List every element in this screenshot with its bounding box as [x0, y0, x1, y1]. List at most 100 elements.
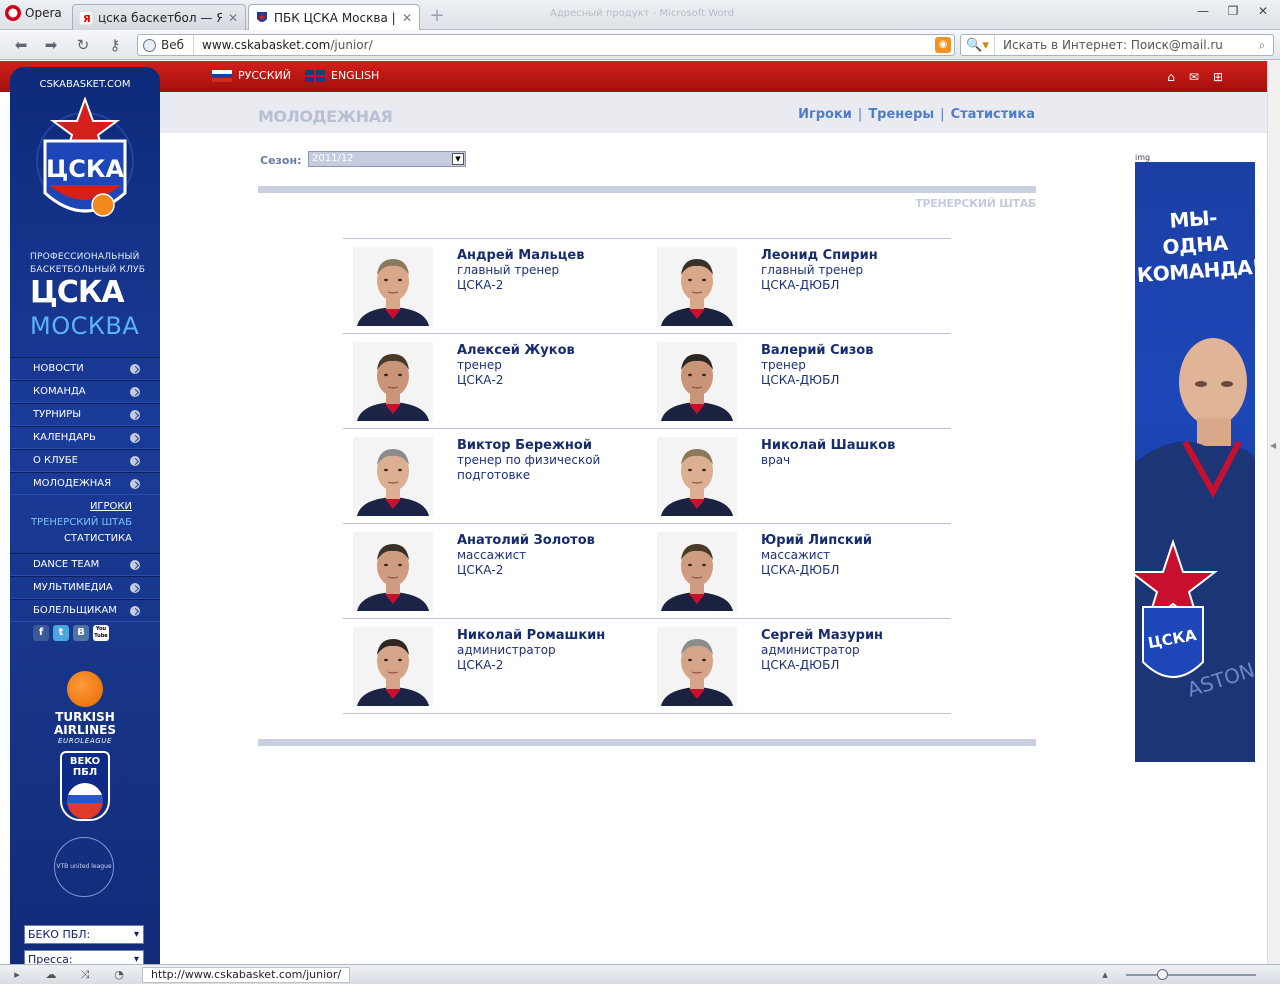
staff-member[interactable]: Анатолий Золотов массажист ЦСКА-2: [343, 524, 647, 618]
browser-tab-cska[interactable]: ПБК ЦСКА Москва | Мо... ✕: [248, 4, 420, 30]
forward-arrow-icon[interactable]: ➡: [40, 35, 62, 55]
staff-team: ЦСКА-ДЮБЛ: [761, 658, 840, 672]
staff-member[interactable]: Сергей Мазурин администратор ЦСКА-ДЮБЛ: [647, 619, 951, 713]
browser-tab-yandex[interactable]: Я цска баскетбол — Янд... ✕: [72, 4, 246, 30]
menu-item-dance-team[interactable]: DANCE TEAM: [10, 553, 160, 576]
tab-close-icon[interactable]: ✕: [401, 11, 413, 25]
vtb-league-logo[interactable]: VTB united league: [54, 837, 114, 897]
press-select[interactable]: Пресса:: [24, 950, 144, 964]
staff-member[interactable]: Алексей Жуков тренер ЦСКА-2: [343, 334, 647, 428]
staff-photo[interactable]: [353, 532, 433, 611]
panel-toggle-icon[interactable]: ▸: [10, 968, 24, 981]
staff-member[interactable]: Андрей Мальцев главный тренер ЦСКА-2: [343, 239, 647, 333]
staff-name[interactable]: Николай Ромашкин: [457, 628, 647, 643]
staff-photo[interactable]: [657, 532, 737, 611]
staff-member[interactable]: Леонид Спирин главный тренер ЦСКА-ДЮБЛ: [647, 239, 951, 333]
language-en-link[interactable]: ENGLISH: [305, 69, 379, 82]
web-badge-label: Веб: [161, 38, 185, 52]
sitemap-icon[interactable]: ⊞: [1213, 70, 1223, 84]
staff-member[interactable]: Юрий Липский массажист ЦСКА-ДЮБЛ: [647, 524, 951, 618]
speed-dial-icon[interactable]: ◔: [112, 968, 126, 981]
close-window-icon[interactable]: ✕: [1250, 2, 1276, 20]
menu-item-youth[interactable]: МОЛОДЕЖНАЯ: [10, 472, 160, 495]
euroleague-sponsor-logo[interactable]: TURKISH AIRLINES EUROLEAGUE: [48, 671, 122, 745]
reload-icon[interactable]: ↻: [72, 35, 94, 55]
browser-search-field[interactable]: 🔍▾ Искать в Интернет: Поиск@mail.ru ⌕: [960, 34, 1274, 56]
zoom-slider-handle[interactable]: [1157, 969, 1169, 980]
menu-item-multimedia[interactable]: МУЛЬТИМЕДИА: [10, 576, 160, 599]
russian-flag-icon: [212, 69, 232, 82]
share-icon[interactable]: ⤨: [78, 968, 92, 981]
search-provider-icon[interactable]: 🔍▾: [961, 35, 995, 55]
submenu-players[interactable]: ИГРОКИ: [10, 501, 132, 517]
tab-close-icon[interactable]: ✕: [227, 11, 239, 25]
staff-name[interactable]: Виктор Бережной: [457, 438, 647, 453]
url-text[interactable]: www.cskabasket.com/junior/: [194, 38, 935, 52]
staff-photo[interactable]: [657, 437, 737, 516]
staff-name[interactable]: Юрий Липский: [761, 533, 951, 548]
menu-item-calendar[interactable]: КАЛЕНДАРЬ: [10, 426, 160, 449]
scroll-arrow-icon[interactable]: ◀: [1270, 441, 1278, 451]
opera-menu-button[interactable]: Opera: [2, 2, 66, 24]
youtube-icon[interactable]: You Tube: [93, 625, 109, 641]
minimize-icon[interactable]: —: [1190, 2, 1216, 20]
vkontakte-icon[interactable]: В: [73, 625, 89, 641]
staff-photo[interactable]: [353, 627, 433, 706]
staff-name[interactable]: Андрей Мальцев: [457, 248, 647, 263]
staff-name[interactable]: Валерий Сизов: [761, 343, 951, 358]
menu-item-tournaments[interactable]: ТУРНИРЫ: [10, 403, 160, 426]
submenu-statistics[interactable]: СТАТИСТИКА: [10, 533, 132, 549]
web-badge[interactable]: Веб: [138, 35, 194, 55]
staff-photo[interactable]: [657, 342, 737, 421]
staff-name[interactable]: Анатолий Золотов: [457, 533, 647, 548]
season-label: Сезон:: [260, 154, 302, 167]
staff-member[interactable]: Виктор Бережной тренер по физической подго…: [343, 429, 647, 523]
staff-name[interactable]: Алексей Жуков: [457, 343, 647, 358]
staff-photo[interactable]: [353, 247, 433, 326]
staff-member[interactable]: Валерий Сизов тренер ЦСКА-ДЮБЛ: [647, 334, 951, 428]
vertical-scrollbar[interactable]: ◀: [1267, 61, 1280, 964]
mail-icon[interactable]: ✉: [1189, 70, 1199, 84]
status-menu-icon[interactable]: ▴: [1098, 968, 1112, 981]
maximize-icon[interactable]: ❐: [1220, 2, 1246, 20]
menu-item-news[interactable]: НОВОСТИ: [10, 357, 160, 380]
back-arrow-icon[interactable]: ⬅: [10, 35, 32, 55]
opera-menu-label: Opera: [25, 6, 62, 20]
menu-item-fans[interactable]: БОЛЕЛЬЩИКАМ: [10, 599, 160, 622]
key-icon[interactable]: ⚷: [104, 35, 126, 55]
cska-favicon-icon: [257, 11, 267, 22]
submenu-coaching-staff[interactable]: ТРЕНЕРСКИЙ ШТАБ: [10, 517, 132, 533]
ad-banner[interactable]: МЫ- ОДНА КОМАНДА! ЦСКА ASTON: [1135, 162, 1255, 762]
new-tab-plus-icon[interactable]: +: [428, 7, 446, 25]
staff-photo[interactable]: [353, 342, 433, 421]
rss-feed-icon[interactable]: ◉: [935, 37, 951, 53]
staff-member[interactable]: Николай Шашков врач: [647, 429, 951, 523]
opera-logo-icon: [5, 5, 21, 21]
menu-item-about[interactable]: О КЛУБЕ: [10, 449, 160, 472]
link-players[interactable]: Игроки: [798, 107, 852, 122]
staff-name[interactable]: Николай Шашков: [761, 438, 951, 453]
staff-name[interactable]: Леонид Спирин: [761, 248, 951, 263]
cloud-icon[interactable]: ☁: [44, 968, 58, 981]
zoom-slider[interactable]: [1126, 974, 1256, 976]
cska-emblem-logo[interactable]: ЦСКА: [35, 97, 135, 231]
club-name: ЦСКА: [30, 275, 125, 310]
beko-pbl-logo[interactable]: BEKO ПБЛ: [60, 751, 110, 821]
language-ru-link[interactable]: РУССКИЙ: [212, 69, 291, 82]
link-statistics[interactable]: Статистика: [951, 107, 1035, 122]
menu-item-team[interactable]: КОМАНДА: [10, 380, 160, 403]
url-field[interactable]: Веб www.cskabasket.com/junior/ ◉: [137, 34, 955, 56]
staff-photo[interactable]: [657, 627, 737, 706]
staff-name[interactable]: Сергей Мазурин: [761, 628, 951, 643]
beko-pbl-select[interactable]: БЕКО ПБЛ:: [24, 925, 144, 944]
twitter-icon[interactable]: t: [53, 625, 69, 641]
home-icon[interactable]: ⌂: [1167, 70, 1175, 84]
staff-photo[interactable]: [657, 247, 737, 326]
chevron-down-icon[interactable]: ▼: [452, 153, 464, 165]
staff-photo[interactable]: [353, 437, 433, 516]
link-coaches[interactable]: Тренеры: [868, 107, 934, 122]
staff-member[interactable]: Николай Ромашкин администратор ЦСКА-2: [343, 619, 647, 713]
facebook-icon[interactable]: f: [33, 625, 49, 641]
search-icon[interactable]: ⌕: [1251, 38, 1273, 53]
season-select[interactable]: 2011/12 ▼: [308, 151, 466, 167]
